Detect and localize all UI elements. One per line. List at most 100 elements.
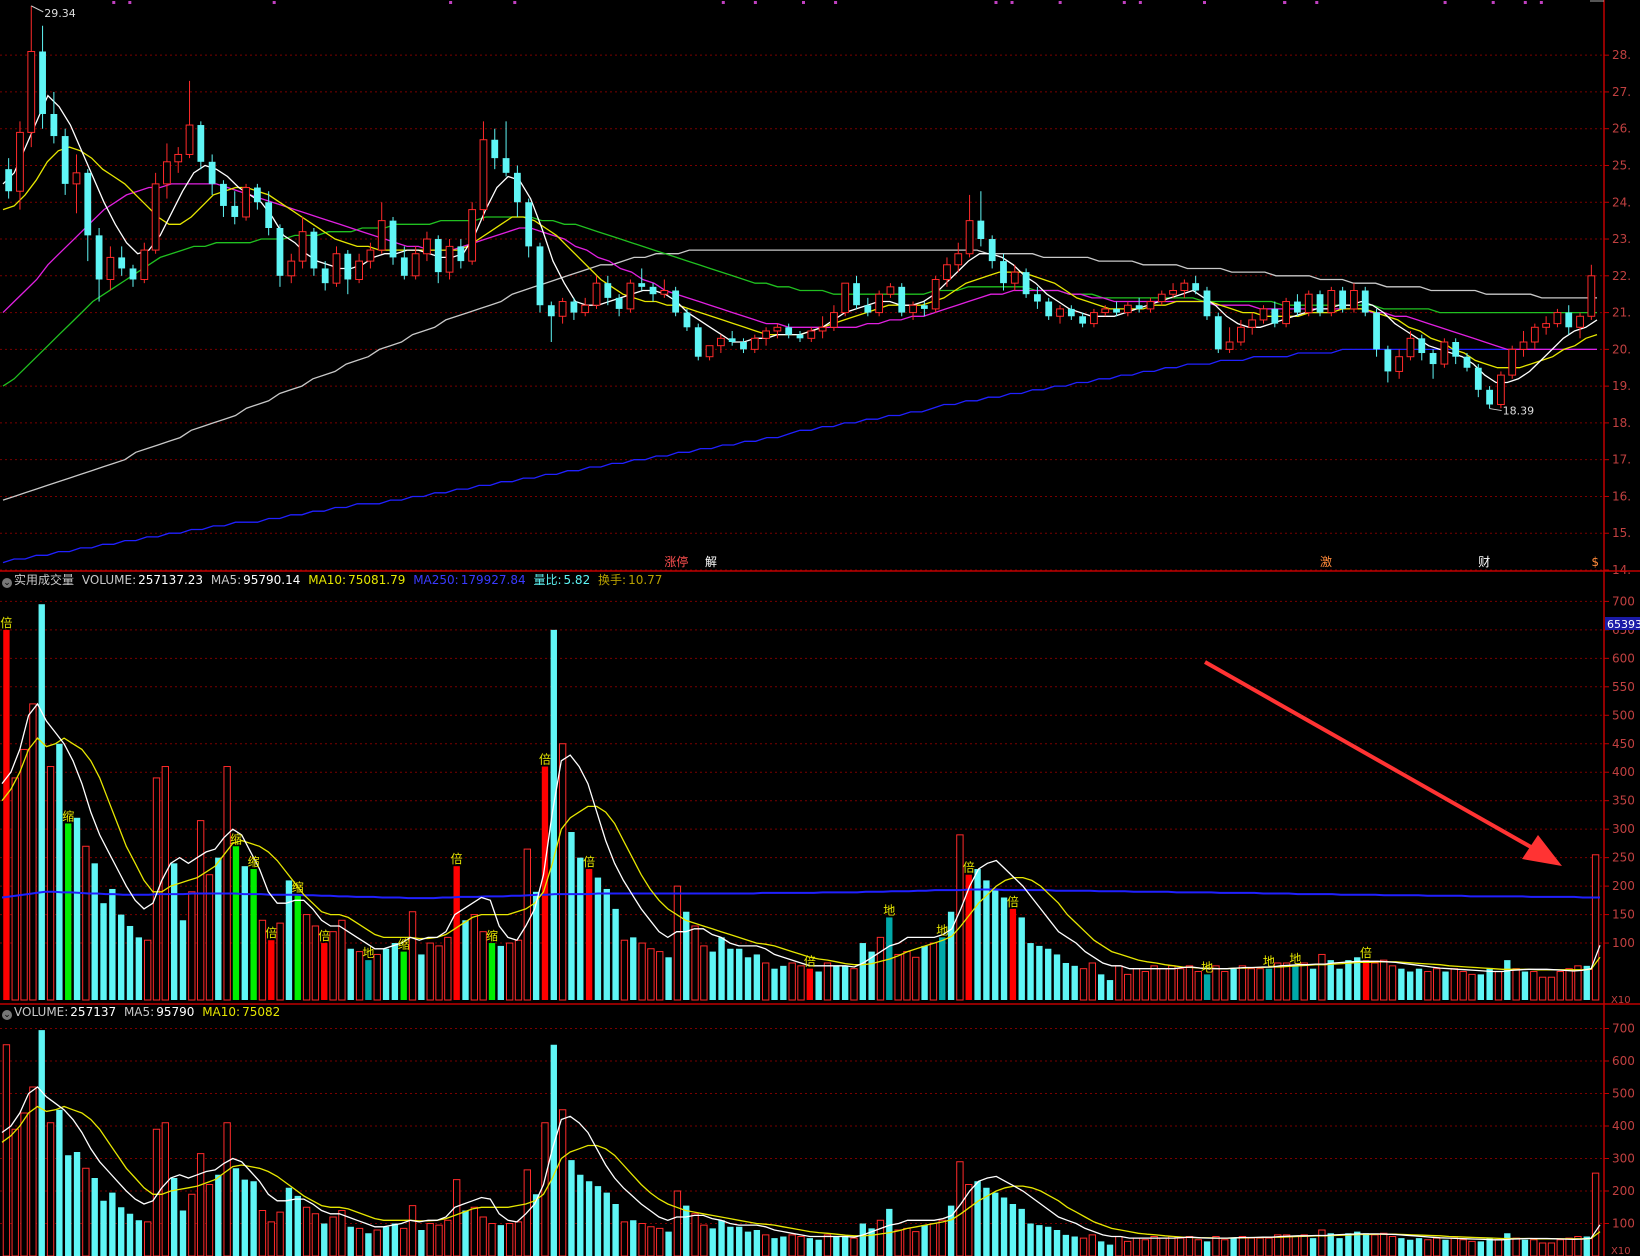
volume-bar-down (594, 1186, 602, 1256)
candle-body-down (1361, 290, 1369, 313)
volume-bar-up (400, 951, 407, 1000)
high-price-label: 29.34 (44, 7, 76, 20)
volume-bar-down (1477, 974, 1484, 1000)
candle-body-down (1192, 283, 1200, 291)
candle-body-down (615, 297, 623, 309)
volume-bar-down (1097, 1241, 1105, 1256)
candle-body-down (1384, 349, 1392, 372)
volume-tag-suo: 缩 (230, 831, 242, 846)
volume-bar-up (1176, 968, 1185, 1001)
volume-bar-down (1362, 960, 1370, 1000)
ma5-label: MA5: (210, 573, 242, 587)
candle-body-up (1056, 308, 1064, 317)
low-price-label: 18.39 (1503, 405, 1535, 418)
volume-bar-up (700, 945, 708, 1001)
volume-bar-down (1354, 957, 1361, 1000)
candle-body-down (1271, 308, 1279, 324)
volume-bar-down (833, 965, 840, 1000)
volume-bar-up (691, 1213, 699, 1256)
volume-tag-di: 地 (1263, 955, 1275, 969)
event-marker: 财 (1478, 555, 1490, 569)
volume-bar-down (532, 1194, 540, 1256)
volume-bar-down (1362, 1233, 1370, 1256)
candle-body-up (1101, 308, 1110, 314)
candle-body-up (762, 330, 770, 339)
candle-body-up (174, 153, 183, 163)
volume-bar-up (850, 968, 858, 1001)
candle-body-down (1079, 316, 1087, 324)
collapse-icon[interactable]: ⌄ (2, 1010, 12, 1020)
volume-bar-down (630, 1220, 637, 1256)
volume-bar-up (1185, 1236, 1194, 1256)
volume-tag-bei: 倍 (963, 860, 975, 875)
volume-grid (0, 600, 1604, 944)
volume-bar-up (620, 939, 629, 1001)
candle-body-up (1497, 374, 1505, 406)
volume-bar-down (382, 948, 390, 1000)
volume-bar-up (1380, 1232, 1388, 1256)
volume-bar-up (894, 953, 902, 1001)
volume-panel-2[interactable]: 700 600 500 400 300 200 100 X10 (0, 1022, 1635, 1256)
volume2-label: VOLUME: (14, 1005, 69, 1019)
indicator-name[interactable]: 实用成交量 (14, 573, 74, 587)
stock-chart-canvas[interactable]: 28. 27. 26. 25. 24. 23. 22. 21. 20. 19. 18. 17. 16. 1… (0, 0, 1640, 1256)
top-event-dot (1491, 1, 1495, 4)
ma10-value: 75081.79 (348, 573, 406, 587)
volume-bar-up (558, 743, 567, 1001)
price-tick-label: 23. (1612, 232, 1631, 246)
volume-bars (3, 604, 1600, 1001)
volume-bar-down (1045, 948, 1052, 1000)
volume-bar-up (1221, 1239, 1229, 1256)
volume-bar-up (435, 1224, 443, 1256)
volume-bar-down (577, 857, 584, 1000)
top-event-dot (1523, 1, 1527, 4)
volume-bar-up (1424, 1239, 1432, 1256)
volume-bar-down (1327, 960, 1334, 1000)
candle-body-down (536, 246, 544, 306)
price-tick-label: 24. (1612, 195, 1631, 209)
candle-body-up (106, 256, 115, 280)
volume-bar-down (294, 1195, 301, 1256)
volume-bar-up (1432, 1237, 1441, 1256)
volume-bar-down (65, 823, 72, 1000)
volume-bar-up (1538, 1242, 1547, 1256)
volume-bar-up (1556, 971, 1564, 1001)
candle-body-down (1429, 353, 1437, 365)
top-event-dot (449, 1, 453, 4)
volume-bar-down (1018, 1208, 1025, 1256)
huanshou-value: 10.77 (628, 573, 663, 587)
candle-body-down (310, 231, 318, 269)
candle-body-up (1406, 337, 1415, 358)
volume-bar-up (1300, 1234, 1308, 1256)
volume-bar-down (38, 604, 45, 1000)
volume-tick-label: 450 (1612, 737, 1635, 751)
volume-tick-label: 500 (1612, 708, 1635, 722)
candle-body-up (1395, 356, 1404, 372)
low-pointer (1489, 408, 1502, 412)
volume-bar-down (109, 888, 116, 1000)
volume-bar-up (29, 1086, 37, 1256)
candle-body-down (1452, 342, 1460, 357)
volume-bar-down (179, 1210, 187, 1256)
top-event-dot (1010, 1, 1014, 4)
volume-bar-up (1168, 1236, 1176, 1256)
volume-bar-up (558, 1109, 567, 1256)
volume-bar-up (1388, 1236, 1397, 1256)
volume-bar-down (73, 817, 81, 1000)
current-value-badge: 65393 (1607, 618, 1640, 631)
volume-bar-down (1097, 974, 1105, 1000)
price-panel[interactable]: 28. 27. 26. 25. 24. 23. 22. 21. 20. 19. 18. 17. 16. 1… (0, 1, 1631, 577)
volume-tick-label: 300 (1612, 1152, 1635, 1166)
volume-value: 257137.23 (138, 573, 204, 587)
volume-bar-down (594, 877, 602, 1000)
volume-bar-down (1071, 1236, 1078, 1256)
collapse-icon[interactable]: ⌄ (2, 578, 12, 588)
volume-bar-down (391, 1223, 399, 1256)
volume-panel[interactable]: 倍缩缩缩倍缩倍地缩倍缩倍倍倍地地倍倍地地地倍 70065060055050045… (0, 594, 1640, 1006)
volume-bar-down (612, 1204, 619, 1256)
candle-body-up (1010, 271, 1019, 284)
price-tick-label: 16. (1612, 489, 1631, 503)
volume-bar-up (196, 1153, 205, 1256)
volume-bar-up (1530, 1239, 1538, 1256)
candle-body-down (5, 169, 13, 192)
